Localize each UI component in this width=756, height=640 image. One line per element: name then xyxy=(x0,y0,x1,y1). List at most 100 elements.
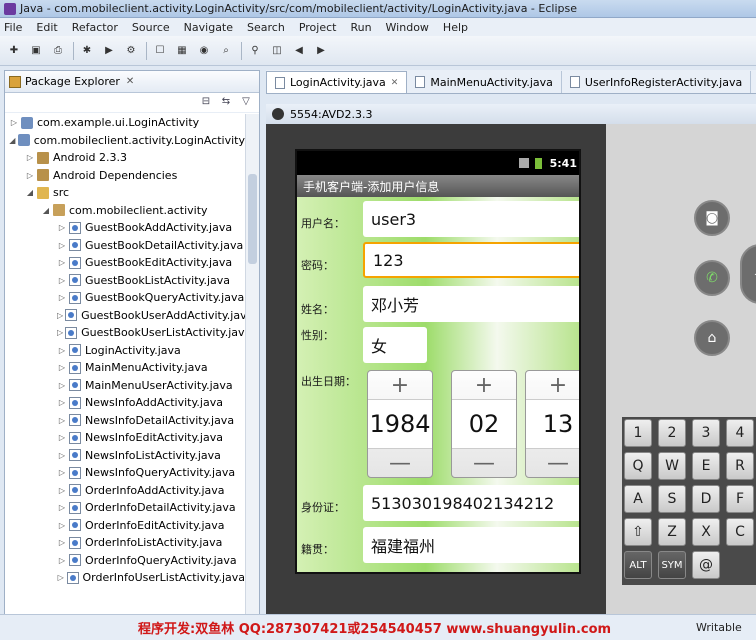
tree-item[interactable]: ▷ OrderInfoEditActivity.java xyxy=(5,517,245,535)
editor-tab[interactable]: MainMenuActivity.java xyxy=(407,71,562,93)
tree-item[interactable]: ▷ Android 2.3.3 xyxy=(5,149,245,167)
collapsed-arrow-icon[interactable]: ▷ xyxy=(9,118,19,127)
collapsed-arrow-icon[interactable]: ▷ xyxy=(57,556,67,565)
collapsed-arrow-icon[interactable]: ▷ xyxy=(57,223,67,232)
menu-file[interactable]: File xyxy=(4,21,22,34)
tree-item[interactable]: ▷ OrderInfoDetailActivity.java xyxy=(5,499,245,517)
expanded-arrow-icon[interactable]: ◢ xyxy=(41,206,51,215)
collapsed-arrow-icon[interactable]: ▷ xyxy=(57,486,67,495)
year-increment-button[interactable]: + xyxy=(368,371,432,399)
tree-item[interactable]: ▷ MainMenuUserActivity.java xyxy=(5,377,245,395)
collapsed-arrow-icon[interactable]: ▷ xyxy=(57,363,67,372)
tree-item[interactable]: ▷ MainMenuActivity.java xyxy=(5,359,245,377)
home-button[interactable]: ⌂ xyxy=(694,320,730,356)
username-field[interactable]: user3 xyxy=(363,201,579,237)
editor-tab[interactable]: LoginActivity.java ✕ xyxy=(266,71,408,93)
day-decrement-button[interactable]: — xyxy=(526,449,579,477)
tree-item[interactable]: ▷ GuestBookUserAddActivity.java xyxy=(5,307,245,325)
collapsed-arrow-icon[interactable]: ▷ xyxy=(57,451,67,460)
name-field[interactable]: 邓小芳 xyxy=(363,286,579,322)
collapse-all-icon[interactable]: ⊟ xyxy=(199,96,213,110)
collapsed-arrow-icon[interactable]: ▷ xyxy=(57,433,67,442)
collapsed-arrow-icon[interactable]: ▷ xyxy=(57,241,67,250)
day-picker[interactable]: + 13 — xyxy=(525,370,579,478)
tree-item[interactable]: ▷ GuestBookListActivity.java xyxy=(5,272,245,290)
month-picker[interactable]: + 02 — xyxy=(451,370,517,478)
collapsed-arrow-icon[interactable]: ▷ xyxy=(57,381,67,390)
keyboard-key[interactable]: @ xyxy=(692,551,720,579)
keyboard-key[interactable]: SYM xyxy=(658,551,686,579)
new-java-project-icon[interactable]: ☐ xyxy=(152,43,168,59)
tree-item[interactable]: ▷ OrderInfoQueryActivity.java xyxy=(5,552,245,570)
open-type-icon[interactable]: ⌕ xyxy=(218,43,234,59)
collapsed-arrow-icon[interactable]: ▷ xyxy=(57,328,63,337)
tree-item[interactable]: ▷ OrderInfoUserListActivity.java xyxy=(5,569,245,587)
keyboard-key[interactable]: 4 xyxy=(726,419,754,447)
tree-item[interactable]: ▷ GuestBookDetailActivity.java xyxy=(5,237,245,255)
year-picker[interactable]: + 1984 — xyxy=(367,370,433,478)
tree-item[interactable]: ▷ NewsInfoListActivity.java xyxy=(5,447,245,465)
menu-help[interactable]: Help xyxy=(443,21,468,34)
tree-item[interactable]: ▷ Android Dependencies xyxy=(5,167,245,185)
collapsed-arrow-icon[interactable]: ▷ xyxy=(57,416,67,425)
native-place-field[interactable]: 福建福州 xyxy=(363,527,579,563)
keyboard-key[interactable]: ALT xyxy=(624,551,652,579)
idcard-field[interactable]: 513030198402134212 xyxy=(363,485,579,521)
menu-window[interactable]: Window xyxy=(386,21,429,34)
day-value[interactable]: 13 xyxy=(526,399,579,449)
menu-run[interactable]: Run xyxy=(350,21,371,34)
keyboard-key[interactable]: 3 xyxy=(692,419,720,447)
menu-navigate[interactable]: Navigate xyxy=(184,21,233,34)
save-icon[interactable]: ▣ xyxy=(28,43,44,59)
keyboard-key[interactable]: R xyxy=(726,452,754,480)
tree-item[interactable]: ▷ NewsInfoAddActivity.java xyxy=(5,394,245,412)
collapsed-arrow-icon[interactable]: ▷ xyxy=(57,346,67,355)
link-with-editor-icon[interactable]: ⇆ xyxy=(219,96,233,110)
expanded-arrow-icon[interactable]: ◢ xyxy=(25,188,35,197)
tree-item[interactable]: ◢ src xyxy=(5,184,245,202)
keyboard-key[interactable]: 1 xyxy=(624,419,652,447)
new-package-icon[interactable]: ▦ xyxy=(174,43,190,59)
new-class-icon[interactable]: ◉ xyxy=(196,43,212,59)
expanded-arrow-icon[interactable]: ◢ xyxy=(9,136,16,145)
editor-tab[interactable]: use xyxy=(751,71,756,93)
call-button[interactable]: ✆ xyxy=(694,260,730,296)
collapsed-arrow-icon[interactable]: ▷ xyxy=(57,311,63,320)
month-decrement-button[interactable]: — xyxy=(452,449,516,477)
keyboard-key[interactable]: E xyxy=(692,452,720,480)
password-field[interactable]: 123 xyxy=(363,242,579,278)
tree-item[interactable]: ▷ GuestBookQueryActivity.java xyxy=(5,289,245,307)
back-icon[interactable]: ◀ xyxy=(291,43,307,59)
collapsed-arrow-icon[interactable]: ▷ xyxy=(57,538,67,547)
collapsed-arrow-icon[interactable]: ▷ xyxy=(57,468,67,477)
forward-icon[interactable]: ▶ xyxy=(313,43,329,59)
menu-edit[interactable]: Edit xyxy=(36,21,57,34)
tree-item[interactable]: ▷ com.example.ui.LoginActivity xyxy=(5,114,245,132)
collapsed-arrow-icon[interactable]: ▷ xyxy=(57,293,67,302)
dpad-left[interactable]: ◀ xyxy=(740,244,756,304)
tree-item[interactable]: ▷ NewsInfoDetailActivity.java xyxy=(5,412,245,430)
month-increment-button[interactable]: + xyxy=(452,371,516,399)
view-menu-icon[interactable]: ▽ xyxy=(239,96,253,110)
perspective-icon[interactable]: ◫ xyxy=(269,43,285,59)
camera-button[interactable]: ◙ xyxy=(694,200,730,236)
tree-item[interactable]: ▷ LoginActivity.java xyxy=(5,342,245,360)
keyboard-key[interactable]: F xyxy=(726,485,754,513)
tree-item[interactable]: ▷ NewsInfoEditActivity.java xyxy=(5,429,245,447)
keyboard-key[interactable]: Q xyxy=(624,452,652,480)
menu-search[interactable]: Search xyxy=(247,21,285,34)
print-icon[interactable]: ⎙ xyxy=(50,43,66,59)
editor-tab[interactable]: UserInfoRegisterActivity.java xyxy=(562,71,752,93)
debug-icon[interactable]: ✱ xyxy=(79,43,95,59)
keyboard-key[interactable]: A xyxy=(624,485,652,513)
month-value[interactable]: 02 xyxy=(452,399,516,449)
package-explorer-tab[interactable]: Package Explorer ✕ xyxy=(5,71,259,93)
tree-item[interactable]: ▷ OrderInfoListActivity.java xyxy=(5,534,245,552)
menu-source[interactable]: Source xyxy=(132,21,170,34)
collapsed-arrow-icon[interactable]: ▷ xyxy=(57,521,67,530)
collapsed-arrow-icon[interactable]: ▷ xyxy=(25,171,35,180)
tree-item[interactable]: ▷ GuestBookAddActivity.java xyxy=(5,219,245,237)
run-icon[interactable]: ▶ xyxy=(101,43,117,59)
collapsed-arrow-icon[interactable]: ▷ xyxy=(57,258,67,267)
collapsed-arrow-icon[interactable]: ▷ xyxy=(57,276,67,285)
